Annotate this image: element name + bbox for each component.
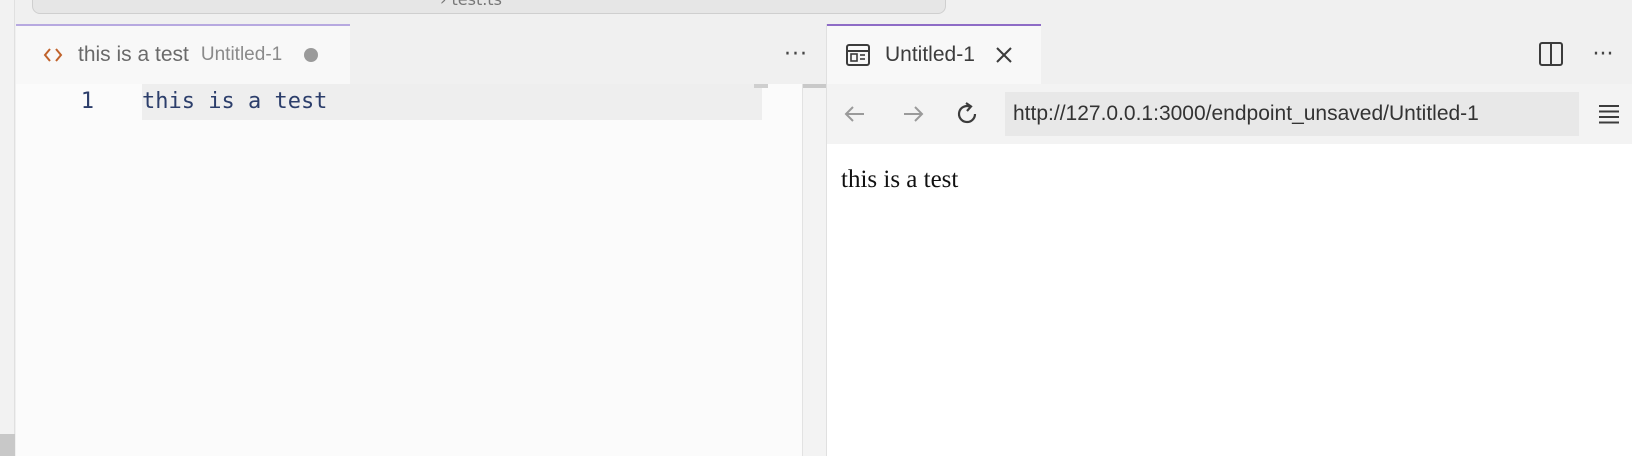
- workbench: › test.ts this is a test Untitled-1 ··· …: [0, 0, 1632, 456]
- scrollbar-thumb[interactable]: [803, 84, 827, 88]
- activity-gutter: [0, 0, 15, 456]
- tab-bar-right: Untitled-1 ···: [827, 24, 1632, 84]
- forward-button[interactable]: [895, 96, 931, 132]
- html-code-icon: [42, 44, 64, 66]
- arrow-right-icon: [904, 106, 924, 122]
- more-actions-button-left[interactable]: ···: [776, 38, 816, 70]
- editor-group-right: Untitled-1 ··· http://127.0.0.1:3000/end…: [826, 24, 1632, 456]
- browser-nav-bar: [827, 84, 1632, 144]
- preview-page-text: this is a test: [841, 166, 959, 193]
- code-editor[interactable]: 1 this is a test: [16, 84, 802, 456]
- back-button[interactable]: [837, 96, 873, 132]
- command-center-text: › test.ts: [440, 0, 502, 9]
- tab-title: this is a test: [78, 43, 189, 66]
- reload-icon: [957, 102, 977, 124]
- close-icon[interactable]: [993, 44, 1015, 66]
- tab-untitled-1-preview[interactable]: Untitled-1: [827, 24, 1041, 84]
- reload-button[interactable]: [949, 96, 985, 132]
- tab-title: Untitled-1: [885, 43, 975, 66]
- tab-untitled-1-editor[interactable]: this is a test Untitled-1: [16, 24, 350, 84]
- tab-description: Untitled-1: [200, 44, 283, 65]
- url-input[interactable]: [1005, 92, 1579, 136]
- unsaved-dot-icon[interactable]: [304, 48, 319, 62]
- minimap[interactable]: [754, 84, 768, 88]
- more-actions-button-right[interactable]: ···: [1583, 38, 1623, 70]
- browser-preview-icon: [845, 42, 871, 68]
- menu-lines-icon: [1599, 105, 1619, 124]
- split-editor-icon[interactable]: [1537, 40, 1565, 68]
- line-number: 1: [80, 89, 94, 114]
- scrollbar-thumb[interactable]: [0, 434, 15, 456]
- code-line[interactable]: this is a test: [142, 84, 327, 120]
- browser-menu-button[interactable]: [1591, 96, 1627, 132]
- browser-viewport[interactable]: this is a test: [827, 144, 1632, 456]
- vertical-scrollbar[interactable]: [802, 84, 827, 456]
- editor-group-left: this is a test Untitled-1 ··· 1 this is …: [16, 24, 827, 456]
- arrow-left-icon: [844, 106, 864, 122]
- tab-bar-left: this is a test Untitled-1 ···: [16, 24, 826, 84]
